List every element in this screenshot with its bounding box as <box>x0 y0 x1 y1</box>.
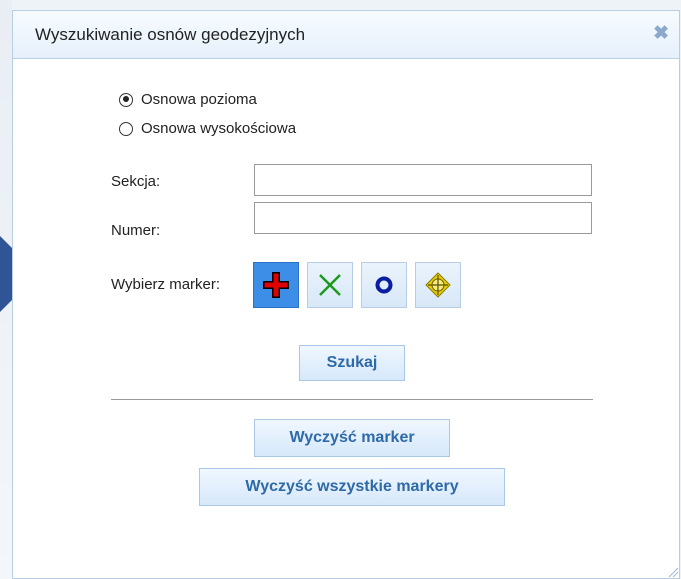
radio-button-checked[interactable] <box>119 92 133 107</box>
green-x-icon <box>319 274 341 296</box>
radio-button[interactable] <box>119 121 133 136</box>
radio-label: Osnowa wysokościowa <box>141 120 297 137</box>
marker-option-green-x[interactable] <box>307 262 353 308</box>
numer-label: Numer: <box>111 222 161 239</box>
radio-osnowa-wysokosciowa[interactable]: Osnowa wysokościowa <box>119 120 296 137</box>
sekcja-input[interactable] <box>254 164 592 196</box>
marker-option-yellow-target[interactable] <box>415 262 461 308</box>
search-dialog: Wyszukiwanie osnów geodezyjnych ✖ Osnowa… <box>12 10 680 579</box>
marker-option-red-cross[interactable] <box>253 262 299 308</box>
marker-option-blue-ring[interactable] <box>361 262 407 308</box>
search-button[interactable]: Szukaj <box>299 345 405 381</box>
radio-label: Osnowa pozioma <box>141 91 257 108</box>
blue-ring-icon <box>375 276 393 294</box>
dialog-title: Wyszukiwanie osnów geodezyjnych <box>35 25 306 44</box>
clear-all-markers-button[interactable]: Wyczyść wszystkie markery <box>199 468 505 506</box>
resize-handle-icon[interactable] <box>665 564 679 578</box>
marker-label: Wybierz marker: <box>111 276 221 293</box>
close-icon[interactable]: ✖ <box>653 24 669 43</box>
dialog-titlebar[interactable]: Wyszukiwanie osnów geodezyjnych ✖ <box>13 11 679 59</box>
numer-input[interactable] <box>254 202 592 234</box>
divider <box>111 399 593 400</box>
sekcja-label: Sekcja: <box>111 173 161 190</box>
red-cross-icon <box>263 272 289 298</box>
radio-osnowa-pozioma[interactable]: Osnowa pozioma <box>119 91 257 108</box>
yellow-target-icon <box>425 272 451 298</box>
clear-marker-button[interactable]: Wyczyść marker <box>254 419 450 457</box>
